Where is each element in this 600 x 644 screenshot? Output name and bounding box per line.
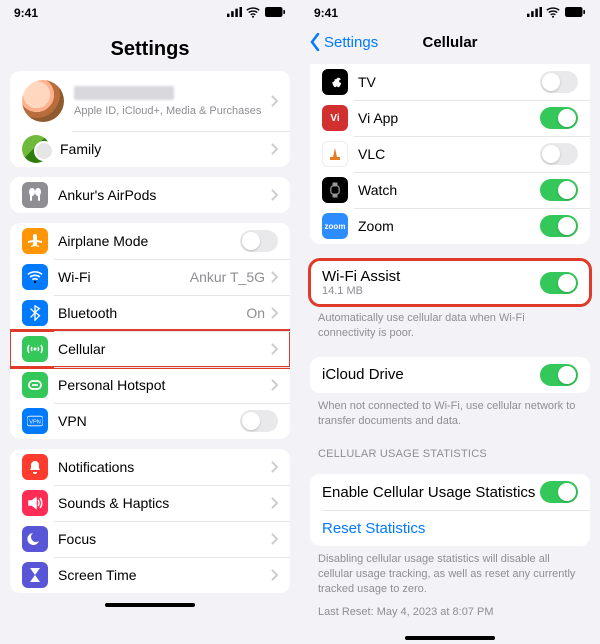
- cellular-row[interactable]: Cellular: [10, 331, 290, 367]
- reset-stats-row[interactable]: Reset Statistics: [310, 510, 590, 546]
- wifi-assist-footer: Automatically use cellular data when Wi-…: [300, 305, 600, 347]
- page-title: Settings: [0, 38, 300, 61]
- battery-icon: [564, 7, 586, 19]
- home-indicator: [405, 636, 495, 640]
- home-indicator: [105, 603, 195, 607]
- chevron-right-icon: [271, 379, 278, 391]
- stats-footer-2: Last Reset: May 4, 2023 at 8:07 PM: [300, 603, 600, 626]
- battery-icon: [264, 7, 286, 19]
- airpods-icon: [22, 182, 48, 208]
- page-title: Cellular: [422, 34, 477, 51]
- chevron-left-icon: [308, 33, 322, 51]
- status-time: 9:41: [14, 6, 38, 20]
- vpn-toggle[interactable]: [240, 410, 278, 432]
- chevron-right-icon: [271, 95, 278, 107]
- status-bar: 9:41: [0, 0, 300, 20]
- notifications-row[interactable]: Notifications: [10, 449, 290, 485]
- family-avatar-icon: [22, 135, 50, 163]
- wifi-icon: [246, 7, 260, 20]
- app-row-tv[interactable]: TV: [310, 64, 590, 100]
- vi-app-icon: Vi: [322, 105, 348, 131]
- tv-toggle[interactable]: [540, 71, 578, 93]
- sounds-icon: [22, 490, 48, 516]
- apple-id-row[interactable]: Apple ID, iCloud+, Media & Purchases: [10, 71, 290, 131]
- airplane-icon: [22, 228, 48, 254]
- wifi-assist-toggle[interactable]: [540, 272, 578, 294]
- watch-icon: [322, 177, 348, 203]
- bluetooth-icon: [22, 300, 48, 326]
- vlc-icon: [322, 141, 348, 167]
- chevron-right-icon: [271, 497, 278, 509]
- chevron-right-icon: [271, 343, 278, 355]
- apple-id-sub: Apple ID, iCloud+, Media & Purchases: [74, 105, 271, 117]
- screen-time-icon: [22, 562, 48, 588]
- wifi-assist-row[interactable]: Wi-Fi Assist 14.1 MB: [310, 260, 590, 305]
- avatar: [22, 80, 64, 122]
- app-row-vlc[interactable]: VLC: [310, 136, 590, 172]
- chevron-right-icon: [271, 461, 278, 473]
- family-row[interactable]: Family: [10, 131, 290, 167]
- screen-time-row[interactable]: Screen Time: [10, 557, 290, 593]
- back-button[interactable]: Settings: [308, 33, 378, 51]
- vpn-icon: [22, 408, 48, 434]
- vlc-toggle[interactable]: [540, 143, 578, 165]
- airplane-mode-toggle[interactable]: [240, 230, 278, 252]
- enable-stats-row[interactable]: Enable Cellular Usage Statistics: [310, 474, 590, 510]
- stats-section-header: CELLULAR USAGE STATISTICS: [300, 434, 600, 464]
- wifi-icon: [22, 264, 48, 290]
- watch-toggle[interactable]: [540, 179, 578, 201]
- zoom-toggle[interactable]: [540, 215, 578, 237]
- chevron-right-icon: [271, 533, 278, 545]
- chevron-right-icon: [271, 143, 278, 155]
- chevron-right-icon: [271, 189, 278, 201]
- user-name-redacted: [74, 86, 174, 100]
- airplane-mode-row[interactable]: Airplane Mode: [10, 223, 290, 259]
- enable-stats-toggle[interactable]: [540, 481, 578, 503]
- sounds-row[interactable]: Sounds & Haptics: [10, 485, 290, 521]
- notifications-icon: [22, 454, 48, 480]
- wifi-icon: [546, 7, 560, 20]
- signal-icon: [527, 7, 542, 19]
- hotspot-icon: [22, 372, 48, 398]
- focus-icon: [22, 526, 48, 552]
- chevron-right-icon: [271, 271, 278, 283]
- status-time: 9:41: [314, 6, 338, 20]
- focus-row[interactable]: Focus: [10, 521, 290, 557]
- icloud-drive-row[interactable]: iCloud Drive: [310, 357, 590, 393]
- icloud-drive-toggle[interactable]: [540, 364, 578, 386]
- zoom-icon: zoom: [322, 213, 348, 239]
- wifi-row[interactable]: Wi-Fi Ankur T_5G: [10, 259, 290, 295]
- signal-icon: [227, 7, 242, 19]
- vi-toggle[interactable]: [540, 107, 578, 129]
- cellular-icon: [22, 336, 48, 362]
- chevron-right-icon: [271, 307, 278, 319]
- tv-icon: [322, 69, 348, 95]
- icloud-drive-footer: When not connected to Wi-Fi, use cellula…: [300, 393, 600, 435]
- app-row-watch[interactable]: Watch: [310, 172, 590, 208]
- status-bar: 9:41: [300, 0, 600, 20]
- hotspot-row[interactable]: Personal Hotspot: [10, 367, 290, 403]
- bluetooth-row[interactable]: Bluetooth On: [10, 295, 290, 331]
- chevron-right-icon: [271, 569, 278, 581]
- stats-footer-1: Disabling cellular usage statistics will…: [300, 546, 600, 603]
- vpn-row[interactable]: VPN: [10, 403, 290, 439]
- app-row-zoom[interactable]: zoom Zoom: [310, 208, 590, 244]
- airpods-row[interactable]: Ankur's AirPods: [10, 177, 290, 213]
- settings-screen: 9:41 Settings Apple ID, iCloud+, Media &…: [0, 0, 300, 644]
- app-row-vi[interactable]: Vi Vi App: [310, 100, 590, 136]
- cellular-screen: 9:41 Settings Cellular TV Vi Vi App: [300, 0, 600, 644]
